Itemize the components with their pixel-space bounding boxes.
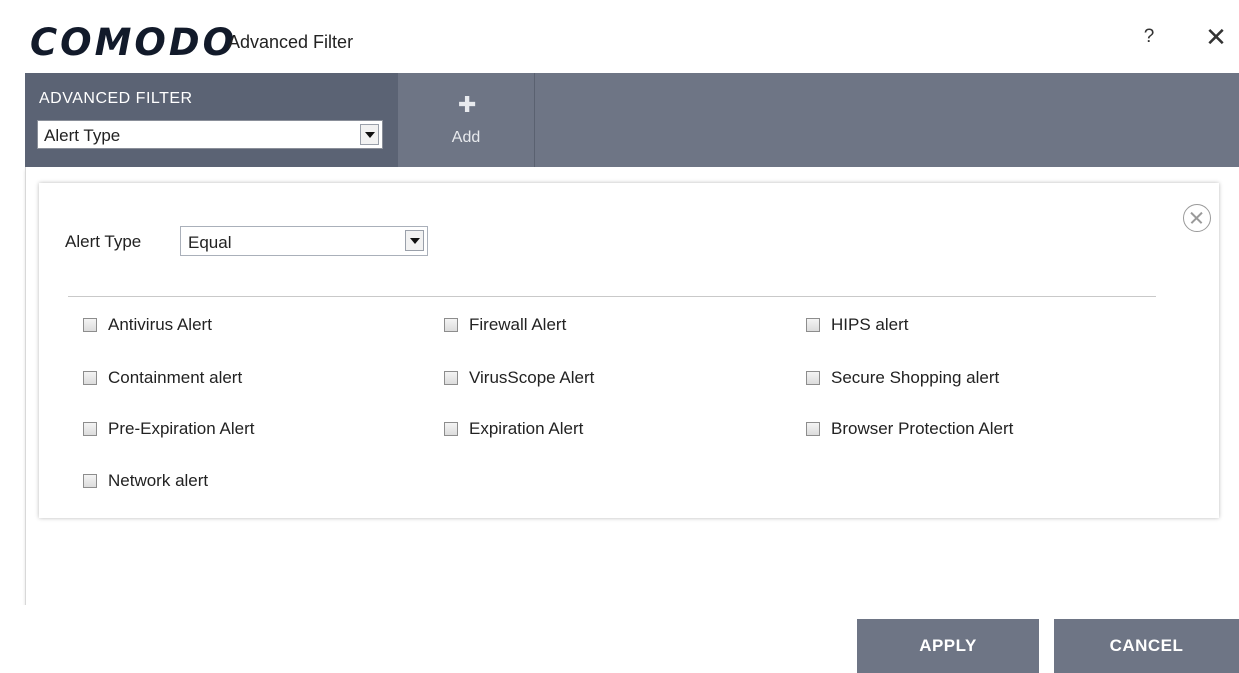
help-icon[interactable]: ? xyxy=(1136,26,1162,52)
checkbox-label: Secure Shopping alert xyxy=(831,368,1000,387)
add-label: Add xyxy=(451,129,481,146)
checkbox[interactable] xyxy=(83,318,97,332)
checkbox-label: Containment alert xyxy=(108,368,243,387)
checkbox-label: Firewall Alert xyxy=(469,315,567,334)
checkbox-label: Browser Protection Alert xyxy=(831,419,1014,438)
advanced-filter-window: COMODO Advanced Filter ? ✕ ADVANCED FILT… xyxy=(0,0,1239,673)
dropdown-arrow-icon[interactable] xyxy=(360,124,379,145)
apply-button[interactable]: APPLY xyxy=(857,619,1039,673)
filter-content-area: Alert Type Equal Antivirus Alert Firewal… xyxy=(25,167,1239,605)
window-title: Advanced Filter xyxy=(228,32,354,52)
checkbox-label: HIPS alert xyxy=(831,315,909,334)
checkbox[interactable] xyxy=(444,422,458,436)
footer: APPLY CANCEL xyxy=(0,605,1239,673)
cancel-button[interactable]: CANCEL xyxy=(1054,619,1239,673)
filter-type-dropdown[interactable]: Alert Type xyxy=(37,120,383,149)
checkbox[interactable] xyxy=(83,422,97,436)
checkbox[interactable] xyxy=(83,371,97,385)
checkbox[interactable] xyxy=(806,422,820,436)
operator-dropdown[interactable]: Equal xyxy=(180,226,428,256)
divider xyxy=(68,296,1156,297)
checkbox-label: Network alert xyxy=(108,471,209,490)
dropdown-arrow-icon[interactable] xyxy=(405,230,424,251)
checkbox[interactable] xyxy=(806,371,820,385)
operator-value: Equal xyxy=(188,233,232,252)
add-button[interactable]: ✚ Add xyxy=(398,73,535,167)
checkbox[interactable] xyxy=(806,318,820,332)
plus-icon: ✚ xyxy=(458,92,477,117)
checkbox-label: Pre-Expiration Alert xyxy=(108,419,255,438)
checkbox-label: Antivirus Alert xyxy=(108,315,212,334)
title-bar: COMODO Advanced Filter ? ✕ xyxy=(0,0,1239,73)
close-icon[interactable]: ✕ xyxy=(1201,22,1231,52)
condition-label: Alert Type xyxy=(65,232,142,251)
filter-type-panel: ADVANCED FILTER Alert Type xyxy=(25,73,398,167)
advanced-filter-label: ADVANCED FILTER xyxy=(39,90,193,107)
comodo-logo: COMODO xyxy=(30,21,238,64)
checkbox[interactable] xyxy=(444,318,458,332)
filter-type-value: Alert Type xyxy=(44,126,121,145)
remove-condition-icon[interactable] xyxy=(1183,204,1211,232)
filter-condition-card: Alert Type Equal Antivirus Alert Firewal… xyxy=(39,183,1219,518)
toolbar: ADVANCED FILTER Alert Type ✚ Add xyxy=(25,73,1239,167)
checkbox[interactable] xyxy=(83,474,97,488)
checkbox-label: Expiration Alert xyxy=(469,419,584,438)
checkbox-label: VirusScope Alert xyxy=(469,368,595,387)
checkbox[interactable] xyxy=(444,371,458,385)
